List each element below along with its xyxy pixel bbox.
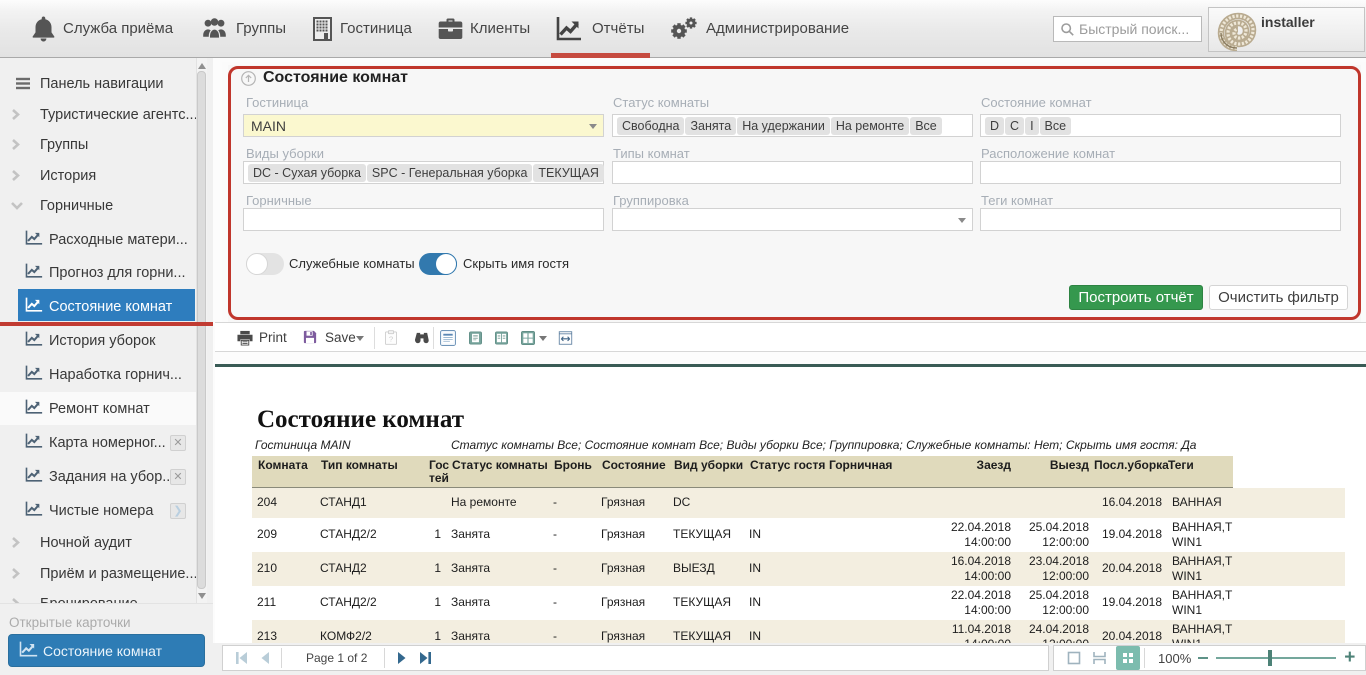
- svg-text:?: ?: [389, 334, 393, 343]
